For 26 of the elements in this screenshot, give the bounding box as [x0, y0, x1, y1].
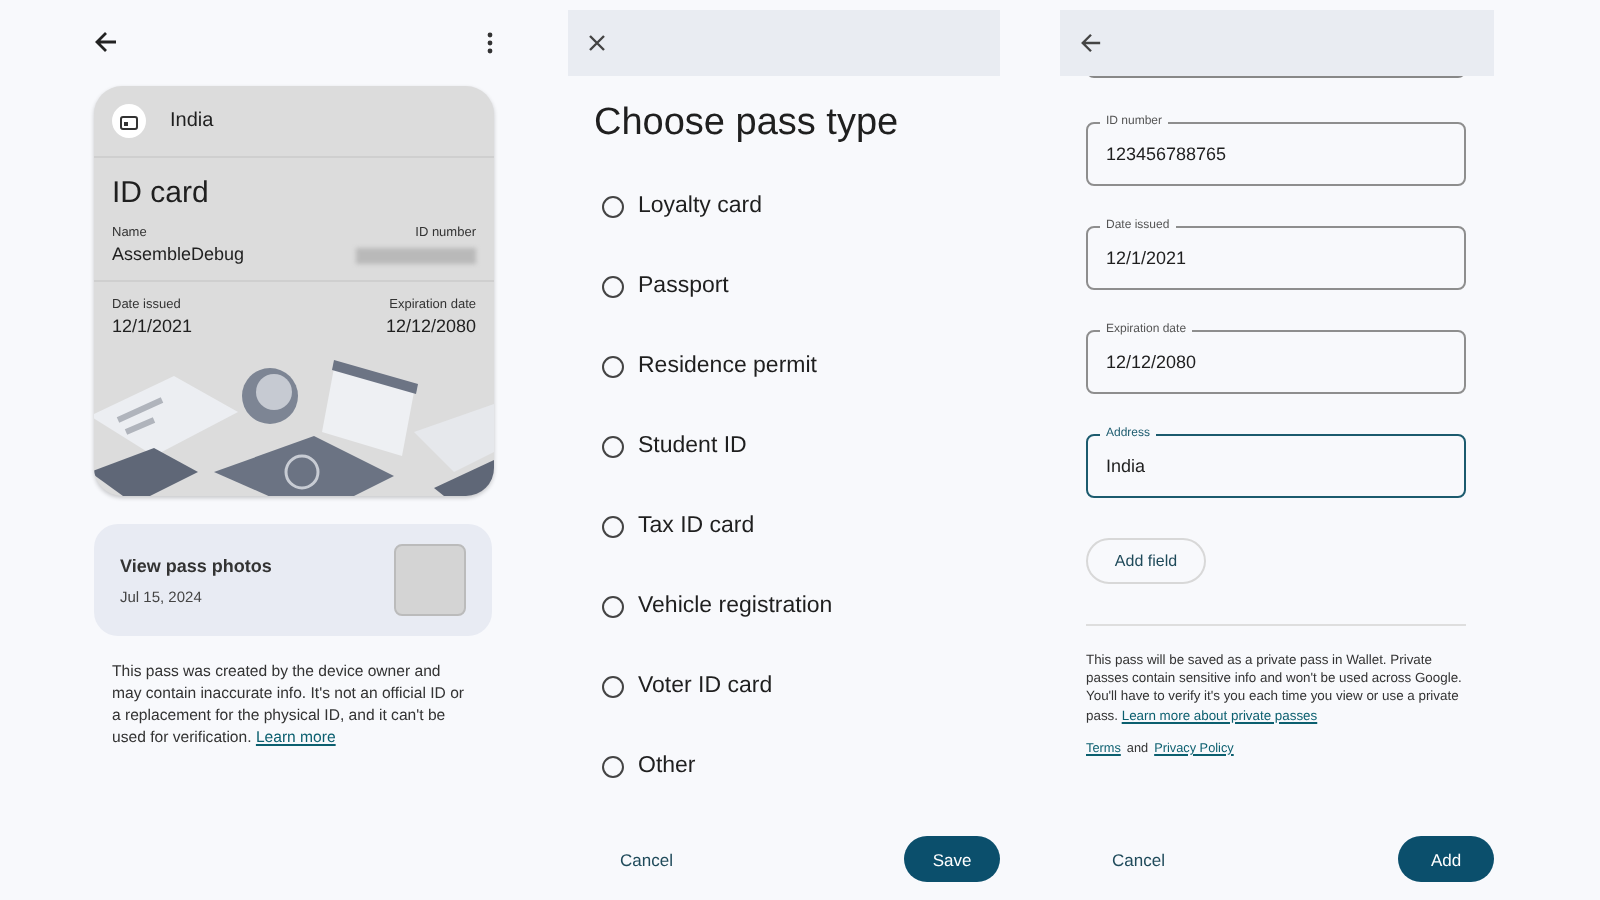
pass-type-option[interactable]: Student ID: [602, 406, 1000, 486]
id-card-icon: [112, 104, 146, 138]
photos-title: View pass photos: [120, 555, 272, 575]
back-icon[interactable]: [94, 30, 118, 54]
photo-thumbnail[interactable]: [394, 544, 466, 616]
add-field-button[interactable]: Add field: [1086, 538, 1206, 584]
pass-type-option[interactable]: Loyalty card: [602, 166, 1000, 246]
save-button[interactable]: Save: [904, 836, 1000, 882]
close-icon[interactable]: [588, 34, 606, 52]
pass-type-option[interactable]: Residence permit: [602, 326, 1000, 406]
pass-type-option[interactable]: Voter ID card: [602, 646, 1000, 726]
more-options-icon[interactable]: [486, 31, 494, 53]
cancel-button[interactable]: Cancel: [568, 849, 673, 869]
pass-type-option[interactable]: Other: [602, 726, 1000, 806]
cancel-button[interactable]: Cancel: [1060, 849, 1165, 869]
field-value: 12/1/2021: [112, 316, 193, 336]
dialog-title: Choose pass type: [594, 102, 901, 146]
pass-type-option[interactable]: Vehicle registration: [602, 566, 1000, 646]
field-value: 12/12/2080: [385, 316, 476, 336]
back-icon[interactable]: [1080, 32, 1102, 54]
add-button[interactable]: Add: [1398, 836, 1494, 882]
field-value: AssembleDebug: [112, 244, 245, 264]
pass-type-option[interactable]: Tax ID card: [602, 486, 1000, 566]
pass-type-option[interactable]: Passport: [602, 246, 1000, 326]
country-name: India: [170, 110, 214, 132]
card-title: ID card: [112, 176, 211, 210]
